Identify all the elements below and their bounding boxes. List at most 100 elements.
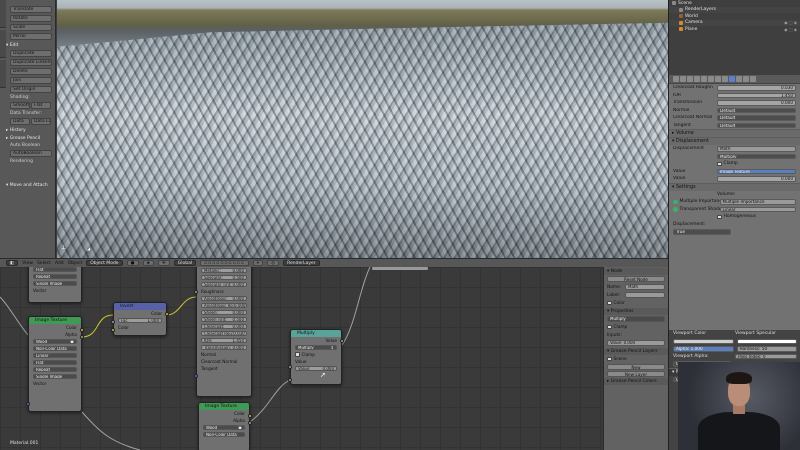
world-tab-icon[interactable] <box>694 76 700 82</box>
clamp-checkbox[interactable] <box>607 324 612 330</box>
color-output-socket[interactable] <box>80 328 84 332</box>
reset-node-button[interactable]: Reset Node <box>607 276 665 282</box>
operation-dropdown[interactable]: Multiply <box>717 153 796 159</box>
set-origin-button[interactable]: Set Origin <box>10 86 52 93</box>
data-tab-icon[interactable] <box>722 76 728 82</box>
grease-pencil-layers-header[interactable]: ▾ Grease Pencil Layers <box>604 348 668 355</box>
prop-field[interactable]: Default <box>717 122 796 128</box>
physics-tab-icon[interactable] <box>750 76 756 82</box>
shelf-tab-tools[interactable] <box>0 0 6 28</box>
smooth-button[interactable]: Smooth <box>10 102 30 109</box>
bsdf-field[interactable]: Specular: 0.500 <box>201 275 247 280</box>
flat-button[interactable]: Flat <box>31 102 51 109</box>
visibility-eye-icon[interactable]: ◉ ⬚ ◈ <box>784 27 797 32</box>
outliner-row-plane[interactable]: Plane ◉ ⬚ ◈ <box>669 26 800 33</box>
view-menu[interactable]: View <box>22 261 33 266</box>
interpolation-field[interactable]: Linear <box>719 206 796 212</box>
node-title[interactable]: Multiply <box>291 330 341 337</box>
color-space-dropdown[interactable]: Non-Color Data <box>33 346 77 351</box>
clamp-checkbox[interactable] <box>295 352 300 357</box>
node-title[interactable]: Image Texture <box>29 317 81 324</box>
render-layer-dropdown[interactable]: RenderLayer <box>283 260 320 266</box>
color-output-socket-2[interactable] <box>248 414 252 418</box>
modifiers-tab-icon[interactable] <box>715 76 721 82</box>
roughness-input-socket[interactable] <box>194 290 198 294</box>
value-field[interactable]: Value: 0.000 <box>607 340 665 346</box>
bsdf-field[interactable]: Sheen: 0.000 <box>201 310 247 315</box>
new-button[interactable]: New <box>607 364 665 370</box>
prop-field[interactable]: Default <box>717 107 796 113</box>
invert-node[interactable]: Invert Color Fac 1.000 Color <box>113 302 167 336</box>
pass-index-field[interactable]: Pass Index: 0 <box>735 353 797 359</box>
displacement-method-dropdown[interactable]: True <box>673 229 731 235</box>
math-multiply-node[interactable]: Multiply Value Multiply ⇕ Clamp Value Val… <box>290 329 342 385</box>
constraints-tab-icon[interactable] <box>708 76 714 82</box>
bsdf-field[interactable]: Clearcoat: 0.000 <box>201 324 247 329</box>
alpha-output-socket-2[interactable] <box>248 421 252 425</box>
pivot-icon[interactable]: ◈ <box>142 260 154 266</box>
source-dropdown[interactable]: Single Image <box>33 374 77 379</box>
node-name-field[interactable]: Math <box>625 284 665 290</box>
math-value-input-socket[interactable] <box>288 365 292 369</box>
hardness-field[interactable]: Hardness: 50 <box>736 346 797 352</box>
prop-field[interactable]: 0.000 <box>717 100 796 106</box>
layers-tab-icon[interactable] <box>680 76 686 82</box>
layer-buttons[interactable]: ▫▫▫▫▫▫▫▫▫▫ <box>200 260 249 266</box>
prop-field[interactable]: 1.450 <box>717 92 796 98</box>
data-button[interactable]: Data <box>10 118 30 125</box>
image-texture-node-top[interactable]: Flat Repeat Single Image Vector <box>28 267 82 303</box>
data-layout-button[interactable]: Data La <box>31 118 51 125</box>
projection-dropdown[interactable]: Flat <box>33 267 77 272</box>
image-texture-node[interactable]: Image Texture Color Alpha Wood ▣ Non-Colo… <box>28 316 82 412</box>
history-section-header[interactable]: ▸ History <box>6 128 55 133</box>
invert-color-input-socket[interactable] <box>111 328 115 332</box>
add-menu[interactable]: Add <box>55 261 64 266</box>
bsdf-field[interactable]: Specular Tint: 0.000 <box>201 282 247 287</box>
snap-icon[interactable]: ⌖ <box>252 260 264 266</box>
image-texture-link-field[interactable]: Image Texture <box>717 168 796 174</box>
viewport-corner-widget-icon[interactable]: ◢ <box>87 246 90 251</box>
projection-dropdown[interactable]: Flat <box>33 360 77 365</box>
scene-tab-icon[interactable] <box>687 76 693 82</box>
displacement-node-field[interactable]: Math <box>717 146 796 152</box>
node-title[interactable]: Image Texture <box>199 403 249 410</box>
rotate-button[interactable]: Rotate <box>10 15 52 22</box>
grease-pencil-section-header[interactable]: ▸ Grease Pencil <box>6 136 55 141</box>
grease-pencil-colors-header[interactable]: ▸ Grease Pencil Colors <box>604 378 668 385</box>
editor-type-icon[interactable]: ◧ <box>6 260 19 266</box>
math-value-output-socket[interactable] <box>340 339 344 343</box>
texture-tab-icon[interactable] <box>736 76 742 82</box>
particles-tab-icon[interactable] <box>743 76 749 82</box>
mode-dropdown[interactable]: Object Mode <box>86 260 123 266</box>
multiple-importance-toggle[interactable] <box>673 199 678 204</box>
image-texture-node-2[interactable]: Image Texture Color Alpha Wood ▣ Non-Colo… <box>198 402 250 450</box>
operation-dropdown[interactable]: Multiply ⇕ <box>295 345 337 350</box>
node-title[interactable]: Invert <box>114 303 166 310</box>
move-attach-footer[interactable]: ▾ Move and Attach <box>6 183 48 188</box>
extension-dropdown[interactable]: Repeat <box>33 367 77 372</box>
visibility-eye-icon[interactable]: ◉ ⬚ ◈ <box>784 20 797 25</box>
proportional-icon[interactable]: ◎ <box>267 260 280 266</box>
volume-sampling-field[interactable]: Multiple Importance <box>719 199 796 205</box>
operation-dropdown[interactable]: Multiply <box>607 316 665 322</box>
viewport-specular-swatch[interactable] <box>736 338 797 344</box>
invert-color-output-socket[interactable] <box>165 312 169 316</box>
transparent-shadows-toggle[interactable] <box>673 207 678 212</box>
scene-toggle[interactable] <box>607 356 612 362</box>
alpha-field[interactable]: Alpha: 1.000 <box>673 346 734 352</box>
duplicate-linked-button[interactable]: Duplicate Linked <box>10 59 52 66</box>
3d-viewport[interactable]: ⊥ ◢ <box>57 0 668 258</box>
delete-button[interactable]: Delete <box>10 68 52 75</box>
bsdf-field[interactable]: Anisotropic Ro: 0.000 <box>201 303 247 308</box>
object-tab-icon[interactable] <box>701 76 707 82</box>
alpha-output-socket[interactable] <box>80 335 84 339</box>
node-editor-canvas[interactable]: Flat Repeat Single Image Vector Image Te… <box>0 267 603 450</box>
extension-dropdown[interactable]: Repeat <box>33 274 77 279</box>
principled-bsdf-node[interactable]: Metallic: 0.000 Specular: 0.500 Specular T… <box>196 267 252 397</box>
mirror-button[interactable]: Mirror <box>10 33 52 40</box>
node-label-field[interactable] <box>625 292 665 298</box>
new-layer-button[interactable]: New Layer <box>607 371 665 377</box>
invert-fac-input-socket[interactable] <box>111 320 115 324</box>
volume-section-header[interactable]: ▸ Volume <box>669 129 800 137</box>
translate-button[interactable]: Translate <box>10 6 52 13</box>
